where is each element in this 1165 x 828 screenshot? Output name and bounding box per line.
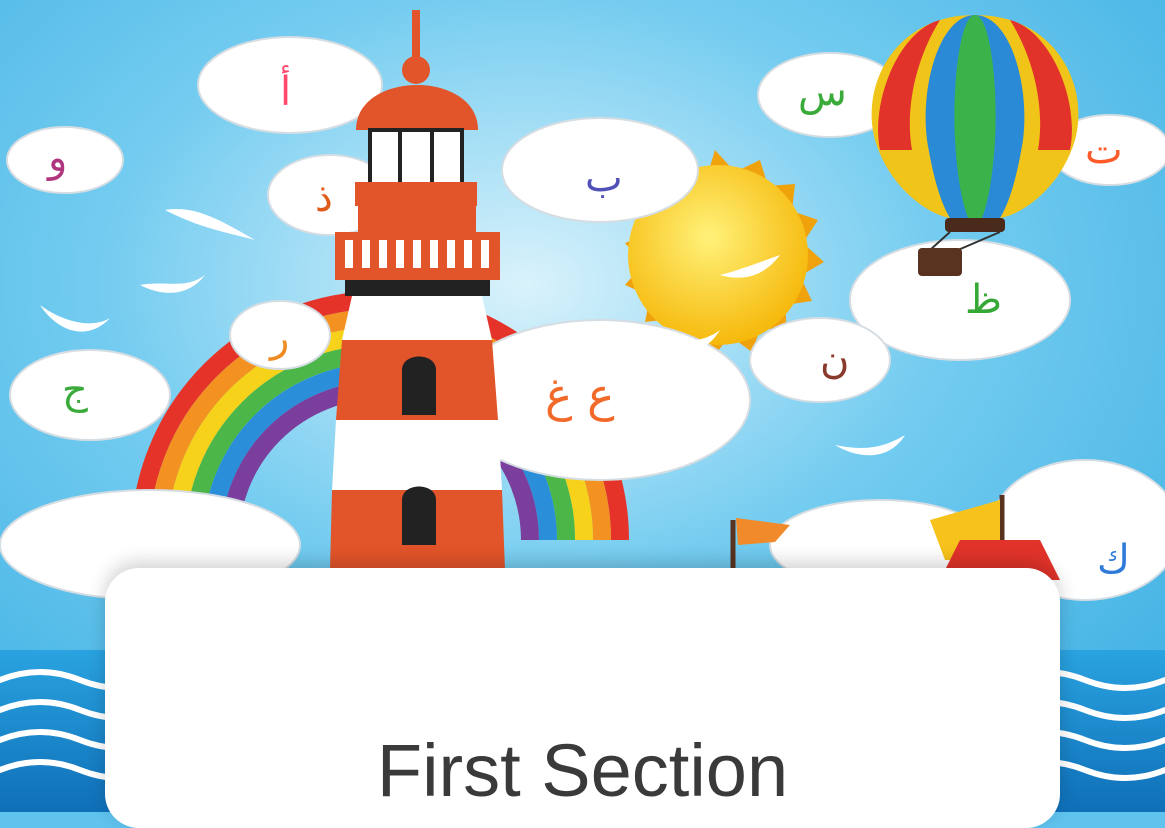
letter-dhal: ذ: [315, 175, 333, 221]
letter-ain-ghain: ع غ: [545, 368, 615, 422]
letter-waw: و: [48, 135, 68, 181]
letter-kaf: ك: [1097, 537, 1130, 583]
letter-ra: ر: [270, 315, 290, 361]
letter-sin: س: [798, 69, 847, 115]
card-title: First Section: [376, 729, 789, 812]
letter-jim: ج: [62, 367, 88, 413]
letter-alif: أ: [280, 69, 292, 115]
letter-ba: ب: [585, 155, 623, 201]
letter-nun: ن: [820, 337, 850, 383]
title-card[interactable]: First Section: [105, 568, 1060, 828]
letter-ta: ت: [1085, 127, 1123, 173]
letter-za: ظ: [965, 277, 1002, 323]
